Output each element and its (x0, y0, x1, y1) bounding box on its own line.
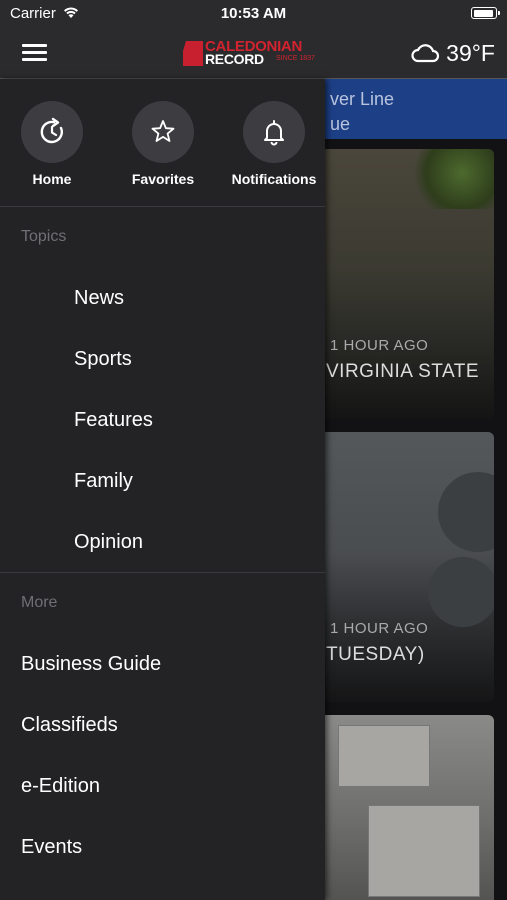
bell-icon (264, 120, 284, 146)
notifications-circle (243, 101, 305, 163)
topic-family[interactable]: Family (74, 470, 133, 493)
topic-features[interactable]: Features (74, 409, 153, 432)
story-image (338, 725, 430, 787)
notifications-label: Notifications (231, 171, 317, 187)
notifications-button[interactable]: Notifications (219, 101, 329, 201)
more-events[interactable]: Events (21, 836, 82, 859)
logo-tagline: SINCE 1837 (276, 55, 315, 62)
story-image (438, 472, 494, 552)
divider (0, 572, 325, 573)
menu-icon[interactable] (22, 42, 48, 64)
favorites-button[interactable]: Favorites (108, 101, 218, 201)
divider (0, 206, 325, 207)
home-button[interactable]: Home (0, 101, 107, 201)
logo-line2: RECORD (205, 51, 264, 67)
story-image-detail (368, 805, 480, 897)
quick-actions: Home Favorites Notifications (0, 101, 325, 211)
home-circle (21, 101, 83, 163)
story-headline: VIRGINIA STATE (326, 361, 480, 382)
story-time: 1 HOUR AGO (330, 620, 429, 637)
weather-widget[interactable]: 39°F (410, 38, 495, 68)
star-icon (151, 120, 175, 142)
topic-sports[interactable]: Sports (74, 348, 132, 371)
app-header: CALEDONIAN RECORD SINCE 1837 39°F (0, 28, 507, 79)
more-business-guide[interactable]: Business Guide (21, 653, 161, 676)
favorites-circle (132, 101, 194, 163)
more-classifieds[interactable]: Classifieds (21, 714, 118, 737)
home-refresh-icon (40, 117, 63, 144)
more-e-edition[interactable]: e-Edition (21, 775, 100, 798)
banner-line1: ver Line (330, 89, 395, 109)
topic-opinion[interactable]: Opinion (74, 531, 143, 554)
topic-news[interactable]: News (74, 287, 124, 310)
status-bar: Carrier 10:53 AM (0, 0, 507, 28)
story-image (414, 149, 494, 209)
story-image-detail (428, 557, 494, 627)
story-headline: TUESDAY) (326, 644, 425, 665)
cloud-icon (411, 44, 440, 63)
banner-line2: ue (330, 114, 351, 134)
clock: 10:53 AM (220, 5, 287, 22)
temperature: 39°F (446, 39, 495, 66)
home-label: Home (32, 171, 72, 187)
topics-heading: Topics (21, 228, 67, 245)
more-heading: More (21, 594, 58, 611)
story-time: 1 HOUR AGO (330, 337, 429, 354)
favorites-label: Favorites (131, 171, 195, 187)
battery-icon (471, 7, 500, 19)
caledonian-record-logo[interactable]: CALEDONIAN RECORD SINCE 1837 (183, 38, 323, 68)
logo-mark (183, 41, 203, 66)
side-drawer: Home Favorites Notifications Topics News (0, 79, 325, 900)
